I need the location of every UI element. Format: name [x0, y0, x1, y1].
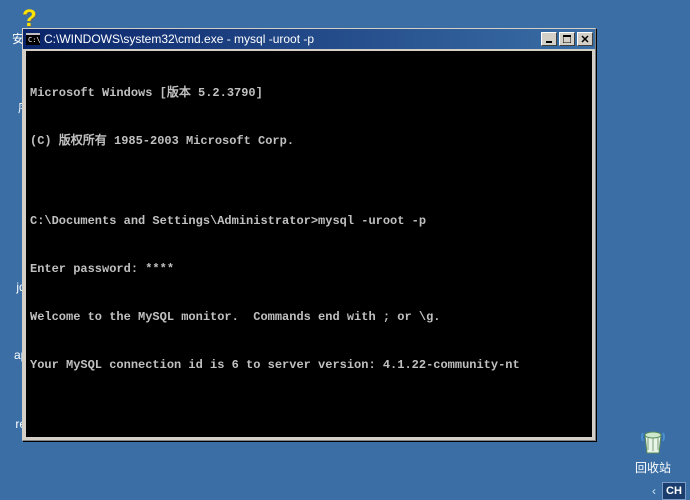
minimize-button[interactable]	[541, 32, 557, 46]
terminal-line: C:\Documents and Settings\Administrator>…	[30, 213, 588, 229]
maximize-button[interactable]	[559, 32, 575, 46]
recycle-bin[interactable]: 回收站	[628, 425, 678, 476]
recycle-bin-icon	[637, 425, 669, 457]
svg-text:C:\: C:\	[28, 36, 40, 44]
cmd-window: C:\ C:\WINDOWS\system32\cmd.exe - mysql …	[22, 28, 596, 441]
window-title: C:\WINDOWS\system32\cmd.exe - mysql -uro…	[44, 32, 541, 46]
terminal-line: (C) 版权所有 1985-2003 Microsoft Corp.	[30, 133, 588, 149]
terminal-line: Enter password: ****	[30, 261, 588, 277]
terminal-line: Your MySQL connection id is 6 to server …	[30, 357, 588, 373]
recycle-bin-label: 回收站	[628, 459, 678, 476]
cmd-icon: C:\	[25, 31, 41, 47]
language-indicator[interactable]: CH	[662, 482, 686, 500]
taskbar-separator-icon: ‹	[652, 484, 656, 498]
terminal-line: Microsoft Windows [版本 5.2.3790]	[30, 85, 588, 101]
close-button[interactable]	[577, 32, 593, 46]
terminal-output[interactable]: Microsoft Windows [版本 5.2.3790] (C) 版权所有…	[26, 51, 592, 437]
terminal-line: Welcome to the MySQL monitor. Commands e…	[30, 309, 588, 325]
window-titlebar[interactable]: C:\ C:\WINDOWS\system32\cmd.exe - mysql …	[23, 29, 595, 49]
